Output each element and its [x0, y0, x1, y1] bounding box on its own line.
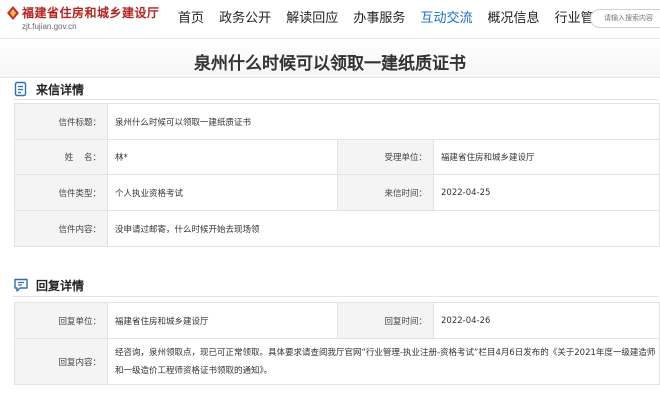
letter-type-label: 信件类型： — [14, 174, 108, 211]
logo-title: 福建省住房和城乡建设厅 — [22, 6, 160, 20]
name-label: 姓 名： — [14, 139, 108, 175]
nav-item-home[interactable]: 首页 — [178, 8, 204, 30]
nav-item-overview[interactable]: 概况信息 — [488, 8, 540, 30]
reply-date-value: 2022-04-26 — [433, 302, 660, 339]
reply-content-value: 经咨询，泉州领取点，现已可正常领取。具体要求请查阅我厅官网“行业管理-执业注册-… — [107, 338, 660, 385]
nav-item-interaction[interactable]: 互动交流 — [420, 8, 472, 30]
nav-item-services[interactable]: 办事服务 — [353, 8, 405, 30]
reply-unit-value: 福建省住房和城乡建设厅 — [107, 302, 338, 339]
receiving-unit-value: 福建省住房和城乡建设厅 — [432, 139, 660, 175]
table-row: 信件类型： 个人执业资格考试 来信时间： 2022-04-25 — [14, 174, 660, 211]
nav-item-government-affairs[interactable]: 政务公开 — [219, 8, 271, 30]
letter-date-value: 2022-04-25 — [432, 174, 660, 211]
divider — [13, 296, 658, 297]
table-row: 回复内容： 经咨询，泉州领取点，现已可正常领取。具体要求请查阅我厅官网“行业管理… — [14, 338, 660, 385]
page-title: 泉州什么时候可以领取一建纸质证书 — [194, 54, 466, 74]
logo-url: zjt.fujian.gov.cn — [22, 22, 77, 31]
document-icon — [14, 81, 27, 97]
subject-label: 信件标题： — [14, 103, 108, 140]
chat-bubble-icon — [14, 278, 28, 292]
logo-emblem-icon — [7, 6, 19, 20]
letter-details-table: 信件标题： 泉州什么时候可以领取一建纸质证书 姓 名： 林* 受理单位： 福建省… — [14, 103, 660, 247]
receiving-unit-label: 受理单位： — [337, 139, 434, 175]
reply-content-label: 回复内容： — [14, 338, 108, 385]
reply-section-title: 回复详情 — [36, 279, 85, 293]
table-row: 回复单位： 福建省住房和城乡建设厅 回复时间： 2022-04-26 — [14, 302, 660, 339]
reply-date-label: 回复时间： — [337, 302, 434, 339]
letter-date-label: 来信时间： — [337, 174, 434, 211]
title-band: 泉州什么时候可以领取一建纸质证书 — [0, 38, 660, 78]
subject-value: 泉州什么时候可以领取一建纸质证书 — [106, 103, 660, 140]
site-header: 福建省住房和城乡建设厅 zjt.fujian.gov.cn 首页 政务公开 解读… — [0, 0, 660, 36]
table-row: 信件标题： 泉州什么时候可以领取一建纸质证书 — [14, 103, 660, 140]
search-input[interactable] — [590, 9, 660, 28]
letter-content-label: 信件内容： — [14, 210, 108, 247]
letter-section-title: 来信详情 — [36, 83, 85, 97]
name-value: 林* — [107, 139, 338, 175]
letter-type-value: 个人执业资格考试 — [107, 174, 338, 211]
reply-details-table: 回复单位： 福建省住房和城乡建设厅 回复时间： 2022-04-26 回复内容：… — [14, 302, 660, 385]
reply-unit-label: 回复单位： — [14, 302, 108, 339]
letter-content-value: 没申请过邮寄，什么时候开始去现场领 — [106, 210, 660, 247]
site-logo[interactable]: 福建省住房和城乡建设厅 zjt.fujian.gov.cn — [6, 3, 166, 33]
main-nav: 首页 政务公开 解读回应 办事服务 互动交流 概况信息 行业管理 — [178, 7, 617, 29]
table-row: 姓 名： 林* 受理单位： 福建省住房和城乡建设厅 — [14, 139, 660, 175]
table-row: 信件内容： 没申请过邮寄，什么时候开始去现场领 — [14, 210, 660, 247]
nav-item-interpretation[interactable]: 解读回应 — [286, 8, 338, 30]
divider — [13, 99, 658, 100]
